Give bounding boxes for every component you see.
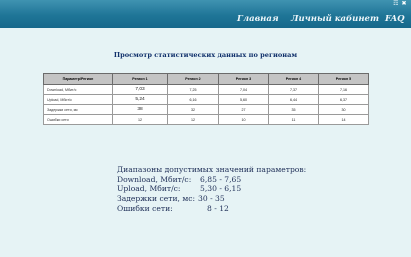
table-cell: 27	[218, 104, 269, 115]
column-header-region-4: Регион 4	[268, 73, 319, 85]
range-value: 6,85 - 7,65	[200, 174, 242, 184]
table-cell: Upload, Мбит/с	[43, 94, 113, 105]
range-row-download: Download, Мбит/с: 6,85 - 7,65	[117, 175, 306, 185]
column-header-parameter: Параметр\Регион	[43, 73, 113, 85]
column-header-region-2: Регион 2	[167, 73, 219, 85]
table-cell: 7,03	[112, 84, 168, 95]
table-cell: 7,37	[268, 84, 319, 95]
table-cell: 12	[167, 114, 219, 125]
column-header-region-5: Регион 5	[318, 73, 369, 85]
table-row-errors: Ошибки сети 12 12 10 11 14	[43, 114, 369, 125]
range-label: Ошибки сети:	[117, 203, 173, 213]
table-cell: 7,04	[218, 84, 269, 95]
range-label: Задержки сети, мс:	[117, 194, 196, 204]
table-cell: 35	[268, 104, 319, 115]
table-header-row: Параметр\Регион Регион 1 Регион 2 Регион…	[43, 73, 369, 85]
nav-personal-cabinet-link[interactable]: Личный кабинет	[291, 14, 379, 25]
range-row-errors: Ошибки сети: 8 - 12	[117, 204, 306, 214]
table-cell: 30	[318, 104, 369, 115]
table-cell: 5,60	[218, 94, 269, 105]
table-cell: 14	[318, 114, 369, 125]
top-navigation-bar: ☶ ✖ Главная Личный кабинет FAQ	[0, 0, 411, 28]
nav-home-link[interactable]: Главная	[237, 14, 279, 25]
range-value: 30 - 35	[198, 194, 225, 204]
table-cell: 7,16	[318, 84, 369, 95]
column-header-region-1: Регион 1	[112, 73, 168, 85]
table-cell: 7,25	[167, 84, 219, 95]
window-controls-icon[interactable]: ☶ ✖	[393, 0, 407, 8]
range-row-upload: Upload, Мбит/с: 5,30 - 6,15	[117, 184, 306, 194]
table-row-latency: Задержки сети, мс 38 32 27 35 30	[43, 104, 369, 115]
column-header-region-3: Регион 3	[218, 73, 269, 85]
table-cell: 6,37	[318, 94, 369, 105]
range-row-latency: Задержки сети, мс: 30 - 35	[117, 194, 306, 204]
ranges-heading: Диапазоны допустимых значений параметров…	[117, 165, 307, 174]
table-cell: 12	[112, 114, 168, 125]
range-value: 8 - 12	[207, 203, 229, 213]
page-title: Просмотр статистических данных по регион…	[113, 51, 298, 59]
table-cell: 6,44	[268, 94, 319, 105]
table-cell: 5,24	[112, 94, 168, 105]
regional-stats-table: Параметр\Регион Регион 1 Регион 2 Регион…	[43, 73, 369, 125]
range-label: Download, Мбит/с:	[117, 174, 192, 184]
table-cell: 32	[167, 104, 219, 115]
table-cell: 11	[268, 114, 319, 125]
allowed-ranges-block: Диапазоны допустимых значений параметров…	[117, 165, 306, 213]
table-cell: Задержки сети, мс	[43, 104, 113, 115]
table-cell: Download, Мбит/с	[43, 84, 113, 95]
table-row-download: Download, Мбит/с 7,03 7,25 7,04 7,37 7,1…	[43, 84, 369, 95]
range-label: Upload, Мбит/с:	[117, 184, 181, 194]
table-cell: 10	[218, 114, 269, 125]
nav-faq-link[interactable]: FAQ	[385, 14, 405, 25]
table-row-upload: Upload, Мбит/с 5,24 6,16 5,60 6,44 6,37	[43, 94, 369, 105]
table-cell: Ошибки сети	[43, 114, 113, 125]
table-cell: 6,16	[167, 94, 219, 105]
range-value: 5,30 - 6,15	[200, 184, 242, 194]
table-cell: 38	[112, 104, 168, 115]
